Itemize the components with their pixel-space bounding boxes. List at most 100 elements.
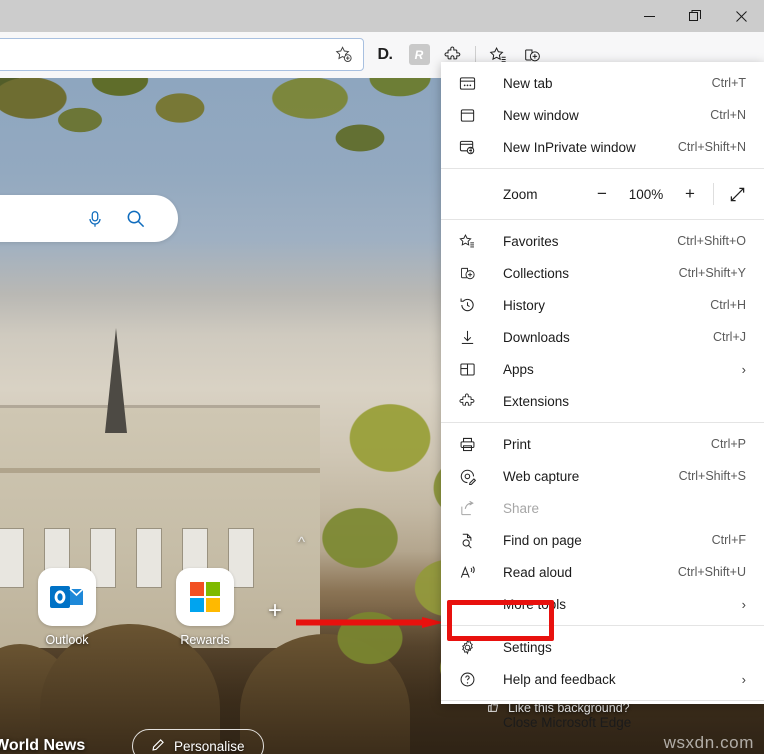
- chevron-right-icon: ›: [742, 362, 746, 377]
- edge-browser-window: D. R: [0, 0, 764, 754]
- menu-item-web-capture[interactable]: Web capture Ctrl+Shift+S: [441, 460, 764, 492]
- chevron-up-icon[interactable]: ^: [298, 534, 305, 551]
- menu-item-new-inprivate-window[interactable]: New InPrivate window Ctrl+Shift+N: [441, 131, 764, 163]
- restore-button[interactable]: [672, 0, 718, 32]
- menu-accelerator: Ctrl+Shift+O: [677, 234, 746, 248]
- address-input[interactable]: [0, 47, 332, 62]
- favorites-icon: [457, 231, 477, 251]
- personalise-label: Personalise: [174, 739, 245, 754]
- shortcut-tiles: Outlook Rewards: [28, 568, 244, 647]
- downloads-icon: [457, 327, 477, 347]
- menu-item-extensions[interactable]: Extensions: [441, 385, 764, 417]
- address-bar[interactable]: [0, 38, 364, 71]
- extension-r-glyph: R: [409, 44, 430, 65]
- menu-item-more-tools[interactable]: More tools ›: [441, 588, 764, 620]
- new-window-icon: [457, 105, 477, 125]
- menu-item-downloads[interactable]: Downloads Ctrl+J: [441, 321, 764, 353]
- fullscreen-icon[interactable]: [720, 179, 754, 209]
- menu-label: New window: [503, 108, 579, 123]
- menu-separator: [441, 168, 764, 169]
- menu-item-help-and-feedback[interactable]: Help and feedback ›: [441, 663, 764, 695]
- menu-item-new-window[interactable]: New window Ctrl+N: [441, 99, 764, 131]
- menu-accelerator: Ctrl+J: [713, 330, 746, 344]
- annotation-arrow: [296, 615, 444, 626]
- zoom-in-button[interactable]: +: [673, 179, 707, 209]
- menu-label: Apps: [503, 362, 534, 377]
- menu-separator: [441, 625, 764, 626]
- menu-accelerator: Ctrl+F: [712, 533, 746, 547]
- history-icon: [457, 295, 477, 315]
- menu-item-share: Share: [441, 492, 764, 524]
- menu-item-collections[interactable]: Collections Ctrl+Shift+Y: [441, 257, 764, 289]
- close-button[interactable]: [718, 0, 764, 32]
- menu-item-read-aloud[interactable]: Read aloud Ctrl+Shift+U: [441, 556, 764, 588]
- menu-label: Favorites: [503, 234, 559, 249]
- news-more-button[interactable]: ···: [104, 746, 128, 754]
- menu-item-history[interactable]: History Ctrl+H: [441, 289, 764, 321]
- menu-item-print[interactable]: Print Ctrl+P: [441, 428, 764, 460]
- settings-gear-icon: [457, 637, 477, 657]
- menu-separator: [441, 422, 764, 423]
- shortcut-tile-rewards[interactable]: Rewards: [166, 568, 244, 647]
- window-controls: [626, 0, 764, 32]
- menu-label: Read aloud: [503, 565, 572, 580]
- personalise-button[interactable]: Personalise: [132, 729, 264, 754]
- menu-label: Print: [503, 437, 531, 452]
- menu-label: More tools: [503, 597, 566, 612]
- menu-item-favorites[interactable]: Favorites Ctrl+Shift+O: [441, 225, 764, 257]
- shortcut-label: Rewards: [166, 633, 244, 647]
- extensions-icon: [457, 391, 477, 411]
- zoom-level-value: 100%: [619, 187, 673, 202]
- menu-label: Close Microsoft Edge: [503, 715, 631, 730]
- share-icon: [457, 498, 477, 518]
- add-shortcut-button[interactable]: +: [264, 601, 286, 623]
- menu-item-find-on-page[interactable]: Find on page Ctrl+F: [441, 524, 764, 556]
- menu-accelerator: Ctrl+Shift+Y: [679, 266, 746, 280]
- menu-label: Settings: [503, 640, 552, 655]
- menu-separator: [441, 219, 764, 220]
- menu-label: New tab: [503, 76, 553, 91]
- extension-r-icon[interactable]: R: [402, 38, 436, 71]
- zoom-out-button[interactable]: −: [585, 179, 619, 209]
- minimize-button[interactable]: [626, 0, 672, 32]
- shortcut-tile-outlook[interactable]: Outlook: [28, 568, 106, 647]
- menu-accelerator: Ctrl+T: [712, 76, 746, 90]
- menu-label: Downloads: [503, 330, 570, 345]
- menu-label: New InPrivate window: [503, 140, 636, 155]
- menu-separator: [441, 700, 764, 701]
- pencil-icon: [151, 738, 165, 754]
- search-box[interactable]: [0, 195, 178, 242]
- news-heading: World News: [0, 737, 85, 754]
- menu-label: History: [503, 298, 545, 313]
- menu-item-apps[interactable]: Apps ›: [441, 353, 764, 385]
- microphone-icon[interactable]: [85, 209, 105, 229]
- web-capture-icon: [457, 466, 477, 486]
- star-add-icon[interactable]: [332, 44, 354, 66]
- outlook-icon: [38, 568, 96, 626]
- read-aloud-icon: [457, 562, 477, 582]
- find-icon: [457, 530, 477, 550]
- menu-label: Extensions: [503, 394, 569, 409]
- print-icon: [457, 434, 477, 454]
- menu-accelerator: Ctrl+N: [710, 108, 746, 122]
- search-icon[interactable]: [125, 208, 146, 229]
- menu-label: Share: [503, 501, 539, 516]
- menu-label: Collections: [503, 266, 569, 281]
- menu-item-close-edge[interactable]: Close Microsoft Edge: [441, 706, 764, 738]
- menu-accelerator: Ctrl+Shift+U: [678, 565, 746, 579]
- photo-foliage: [0, 78, 270, 208]
- menu-accelerator: Ctrl+Shift+S: [679, 469, 746, 483]
- zoom-label: Zoom: [503, 187, 538, 202]
- menu-label: Find on page: [503, 533, 582, 548]
- menu-item-new-tab[interactable]: New tab Ctrl+T: [441, 67, 764, 99]
- apps-icon: [457, 359, 477, 379]
- toolbar-divider: [475, 46, 476, 64]
- collections-icon: [457, 263, 477, 283]
- chevron-right-icon: ›: [742, 672, 746, 687]
- menu-item-settings[interactable]: Settings: [441, 631, 764, 663]
- duckduckgo-extension-icon[interactable]: D.: [368, 38, 402, 71]
- title-bar: [0, 0, 764, 32]
- help-icon: [457, 669, 477, 689]
- chevron-right-icon: ›: [742, 597, 746, 612]
- zoom-divider: [713, 183, 714, 205]
